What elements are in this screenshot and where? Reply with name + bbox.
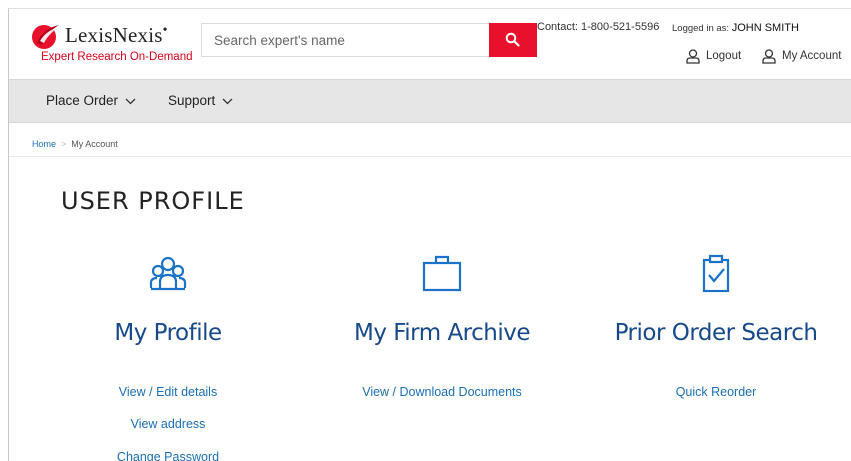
logged-in-status: Logged in as: JOHN SMITH: [672, 22, 799, 34]
section-title: Prior Order Search: [614, 320, 818, 346]
nav-item-label: Place Order: [46, 93, 119, 108]
main-nav: Place Order Support: [9, 79, 851, 123]
site-header: LexisNexis• Expert Research On-Demand Co…: [9, 9, 851, 79]
breadcrumb-home[interactable]: Home: [32, 139, 56, 149]
divider: [9, 156, 851, 157]
logout-label: Logout: [706, 50, 742, 62]
nav-place-order[interactable]: Place Order: [46, 93, 136, 108]
user-icon: [762, 49, 776, 64]
brand-name: LexisNexis•: [65, 23, 168, 47]
expert-search: [201, 23, 537, 57]
page-title: USER PROFILE: [61, 187, 245, 215]
logged-in-label: Logged in as:: [672, 23, 730, 34]
view-address-link[interactable]: View address: [33, 417, 303, 431]
user-icon: [686, 49, 700, 64]
breadcrumb-current: My Account: [71, 139, 118, 149]
brand-tagline: Expert Research On-Demand: [41, 51, 193, 63]
brand-logo[interactable]: LexisNexis• Expert Research On-Demand: [31, 21, 201, 69]
search-button[interactable]: [489, 23, 537, 57]
user-name: JOHN SMITH: [731, 22, 799, 34]
lexisnexis-logo-icon: [32, 25, 59, 49]
search-input[interactable]: [201, 23, 489, 57]
section-title: My Profile: [114, 320, 222, 346]
chevron-down-icon: [125, 98, 136, 105]
search-icon: [505, 32, 520, 47]
clipboard-check-icon: [702, 254, 730, 293]
change-password-link[interactable]: Change Password: [33, 450, 303, 461]
contact-phone: Contact: 1-800-521-5596: [537, 21, 660, 33]
page-frame: LexisNexis• Expert Research On-Demand Co…: [8, 8, 851, 461]
chevron-down-icon: [222, 98, 233, 105]
breadcrumb: Home > My Account: [32, 139, 118, 149]
section-title: My Firm Archive: [353, 320, 531, 346]
breadcrumb-separator-icon: >: [61, 139, 67, 149]
quick-reorder-link[interactable]: Quick Reorder: [581, 385, 851, 399]
view-download-documents-link[interactable]: View / Download Documents: [307, 385, 577, 399]
nav-item-label: Support: [168, 93, 216, 108]
users-group-icon: [149, 256, 187, 291]
nav-support[interactable]: Support: [168, 93, 233, 108]
view-edit-details-link[interactable]: View / Edit details: [33, 385, 303, 399]
my-account-label: My Account: [782, 50, 842, 62]
briefcase-icon: [422, 255, 462, 292]
